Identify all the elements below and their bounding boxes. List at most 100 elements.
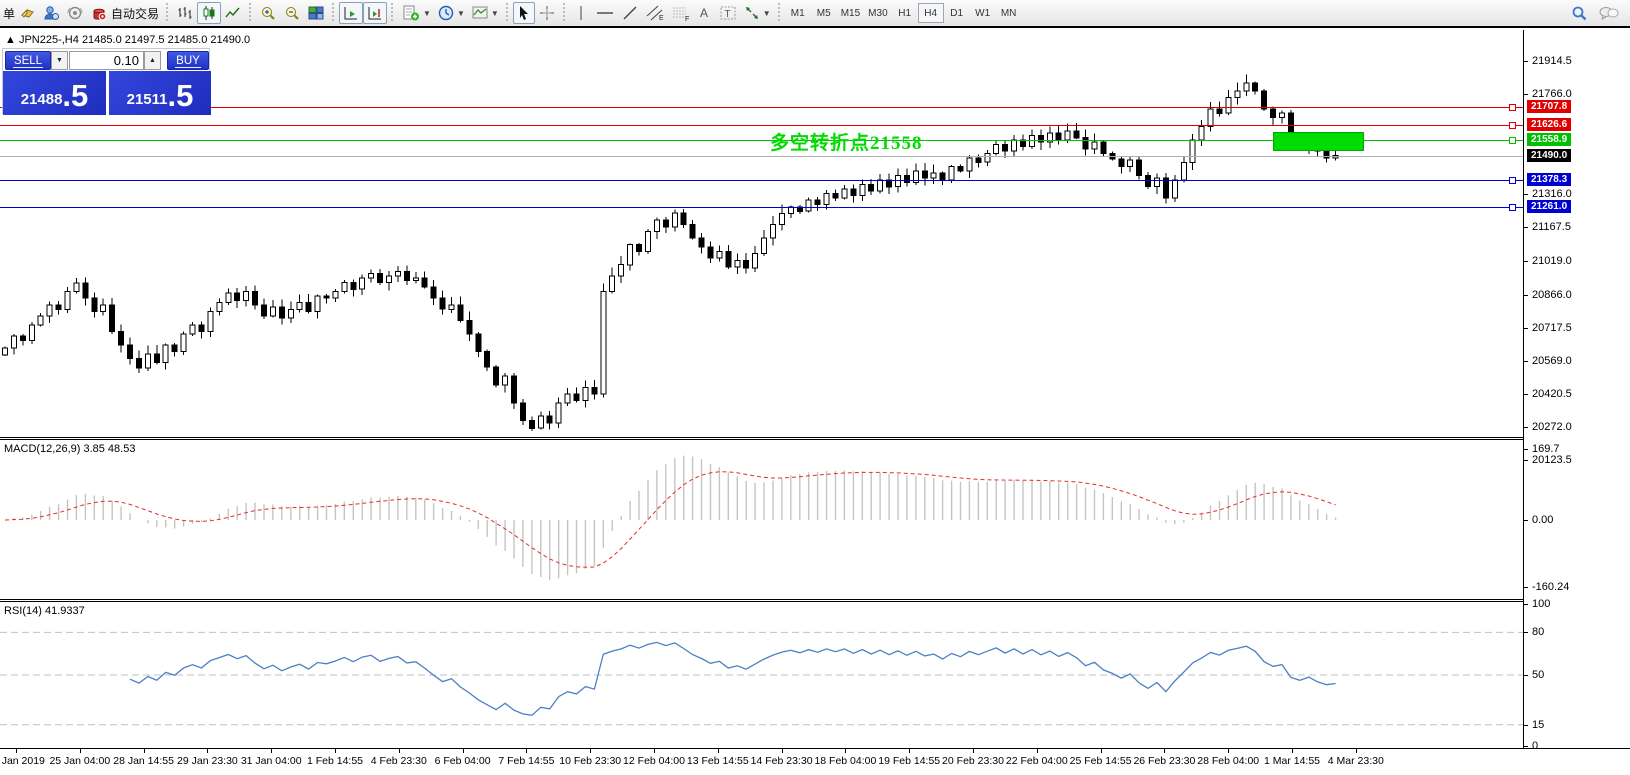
- rsi-axis-tick-label: 50: [1532, 669, 1545, 681]
- time-axis-label: 14 Feb 23:30: [750, 755, 813, 767]
- signal-icon[interactable]: [63, 2, 87, 24]
- macd-axis-tick-label: 169.7: [1532, 442, 1560, 455]
- blue-price-label[interactable]: 21261.0: [1527, 199, 1572, 213]
- time-axis-tick: [654, 749, 655, 753]
- timeframe-button-m5[interactable]: M5: [811, 3, 837, 23]
- timeframe-button-h4[interactable]: H4: [917, 3, 944, 23]
- chart-shift-icon[interactable]: [363, 2, 388, 24]
- buy-button[interactable]: BUY: [167, 51, 209, 70]
- pivot-annotation-text[interactable]: 多空转折点21558: [770, 128, 923, 155]
- timeframe-button-d1[interactable]: D1: [944, 3, 970, 23]
- red-price-label[interactable]: 21626.6: [1527, 118, 1572, 132]
- price-axis-tick-label: 20272.0: [1532, 420, 1572, 433]
- timeframe-button-w1[interactable]: W1: [970, 3, 996, 23]
- rsi-label: RSI(14) 41.9337: [4, 605, 85, 617]
- trendline-tool-icon[interactable]: [618, 2, 642, 24]
- macd-axis-tick: [1524, 520, 1528, 521]
- time-axis-label: 13 Feb 14:55: [686, 755, 749, 767]
- collapse-arrow-icon[interactable]: ▲: [5, 34, 16, 46]
- crosshair-tool-icon[interactable]: [535, 2, 559, 24]
- highlight-rectangle[interactable]: [1273, 131, 1365, 152]
- time-axis-label: 4 Feb 23:30: [370, 755, 427, 767]
- red-price-line[interactable]: [0, 107, 1523, 109]
- current-price-line[interactable]: [0, 155, 1523, 157]
- time-axis-label: 1 Feb 14:55: [306, 755, 364, 767]
- channel-tool-icon[interactable]: E: [642, 2, 668, 24]
- tile-windows-icon[interactable]: [304, 2, 328, 24]
- blue-price-label[interactable]: 21378.3: [1527, 173, 1572, 187]
- rsi-panel[interactable]: RSI(14) 41.9337: [0, 602, 1523, 748]
- sell-price-panel[interactable]: 21488.5: [3, 71, 106, 115]
- blue-price-line[interactable]: [0, 180, 1523, 182]
- time-axis-tick: [717, 749, 719, 753]
- trader-icon[interactable]: [39, 2, 63, 24]
- text-tool-icon[interactable]: A: [694, 2, 716, 24]
- red-price-line[interactable]: [0, 125, 1523, 127]
- price-axis-tick: [1524, 194, 1528, 196]
- line-drag-handle[interactable]: [1509, 122, 1516, 130]
- time-axis-tick: [845, 749, 847, 753]
- macd-panel[interactable]: MACD(12,26,9) 3.85 48.53: [0, 440, 1523, 599]
- horizontal-line-tool-icon[interactable]: [592, 2, 618, 24]
- templates-icon[interactable]: ▼: [468, 2, 502, 24]
- gold-icon[interactable]: [15, 2, 39, 24]
- time-axis-label: 23 Jan 2019: [0, 755, 45, 767]
- chart-ohlc-header: ▲ JPN225-,H4 21485.0 21497.5 21485.0 214…: [5, 34, 250, 46]
- lot-decrease-button[interactable]: ▼: [51, 51, 68, 70]
- rsi-axis-tick-label: 80: [1532, 626, 1545, 639]
- price-axis[interactable]: 21914.5 21766.0 21316.0 21167.5 21019.0 20866…: [1523, 30, 1630, 752]
- line-drag-handle[interactable]: [1509, 137, 1516, 145]
- arrows-tool-icon[interactable]: ▼: [740, 2, 774, 24]
- bar-chart-icon[interactable]: [173, 2, 197, 24]
- buy-price-fraction: .5: [167, 78, 194, 113]
- price-axis-tick-label: 20569.0: [1532, 354, 1572, 367]
- chat-icon[interactable]: [1598, 4, 1620, 22]
- macd-label: MACD(12,26,9) 3.85 48.53: [4, 443, 136, 455]
- sell-button[interactable]: SELL: [5, 51, 51, 70]
- time-axis-tick: [909, 749, 911, 753]
- symbol-period-label: JPN225-,H4: [18, 34, 79, 46]
- autoscroll-icon[interactable]: [339, 2, 364, 24]
- periods-icon[interactable]: ▼: [434, 2, 468, 24]
- lot-increase-button[interactable]: ▲: [144, 51, 161, 70]
- timeframe-button-h1[interactable]: H1: [892, 3, 918, 23]
- blue-price-line[interactable]: [0, 206, 1523, 208]
- time-axis[interactable]: 23 Jan 2019 25 Jan 04:0028 Jan 14:5529 Ja…: [0, 748, 1630, 775]
- rsi-axis-tick: [1524, 746, 1528, 747]
- timeframe-button-m1[interactable]: M1: [785, 3, 811, 23]
- timeframe-button-m15[interactable]: M15: [837, 3, 864, 23]
- timeframe-button-mn[interactable]: MN: [996, 3, 1022, 23]
- price-axis-tick: [1524, 294, 1528, 296]
- time-axis-tick: [462, 749, 464, 753]
- current-price-label[interactable]: 21490.0: [1527, 148, 1572, 162]
- time-axis-label: 31 Jan 04:00: [240, 755, 302, 767]
- time-axis-label: 25 Feb 14:55: [1069, 755, 1132, 767]
- line-chart-icon[interactable]: [221, 2, 245, 24]
- red-price-label[interactable]: 21707.8: [1527, 100, 1572, 114]
- new-order-icon[interactable]: ▼: [398, 2, 434, 24]
- line-drag-handle[interactable]: [1509, 104, 1516, 112]
- autotrading-button[interactable]: 自动交易: [87, 2, 162, 24]
- candlestick-chart[interactable]: [0, 30, 1523, 437]
- time-axis-tick: [1292, 749, 1293, 753]
- timeframe-button-m30[interactable]: M30: [864, 3, 891, 23]
- line-drag-handle[interactable]: [1509, 177, 1516, 185]
- main-chart-area[interactable]: ▲ JPN225-,H4 21485.0 21497.5 21485.0 214…: [0, 30, 1523, 437]
- price-axis-tick: [1524, 260, 1528, 262]
- vertical-line-tool-icon[interactable]: [570, 2, 592, 24]
- fibonacci-tool-icon[interactable]: F: [668, 2, 694, 24]
- label-tool-icon[interactable]: T: [716, 2, 740, 24]
- dropdown-caret: ▼: [423, 8, 431, 18]
- time-axis-tick: [590, 749, 592, 753]
- zoom-in-icon[interactable]: [256, 2, 280, 24]
- cursor-tool-icon[interactable]: [512, 2, 535, 24]
- toolbar-grip: [560, 3, 568, 23]
- lot-size-input[interactable]: [69, 51, 144, 70]
- green-price-label[interactable]: 21558.9: [1527, 133, 1572, 147]
- search-icon[interactable]: [1570, 4, 1588, 22]
- candlestick-chart-icon[interactable]: [197, 2, 222, 24]
- zoom-out-icon[interactable]: [280, 2, 304, 24]
- price-axis-tick-label: 20123.5: [1532, 454, 1572, 466]
- buy-price-panel[interactable]: 21511.5: [109, 71, 211, 115]
- line-drag-handle[interactable]: [1509, 203, 1516, 211]
